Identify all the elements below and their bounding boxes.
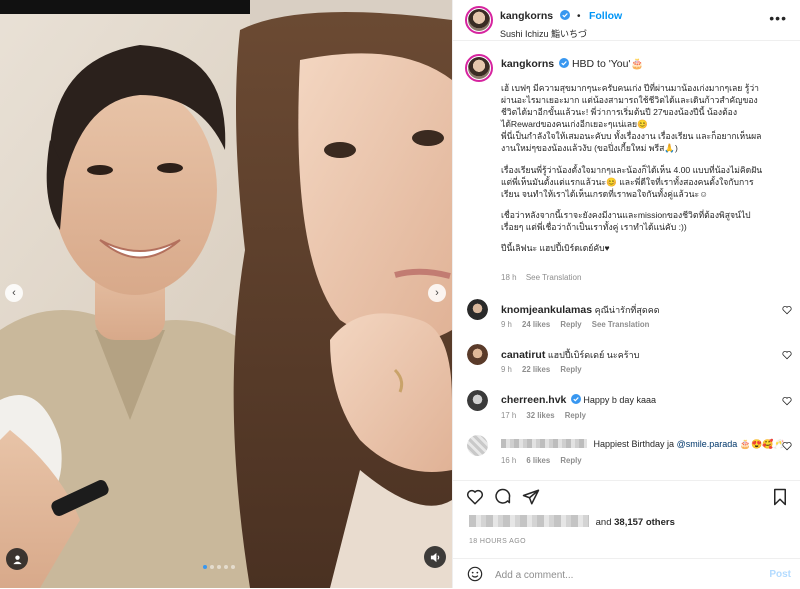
bookmark-icon[interactable] [771, 488, 789, 506]
blurred-username[interactable] [501, 439, 587, 448]
verified-badge-icon [570, 394, 581, 404]
see-translation-link[interactable]: See Translation [592, 320, 650, 329]
comment-likes[interactable]: 32 likes [526, 411, 554, 420]
comment-username[interactable]: canatirut [501, 349, 545, 361]
post-details-panel: kangkorns • Follow Sushi Ichizu 鮨いちづ •••… [452, 0, 800, 588]
caption-paragraph: เฮ้ เบฟๆ มีความสุขมากๆนะครับคนเก่ง ปีที่… [501, 83, 762, 154]
commenter-avatar[interactable] [467, 390, 488, 411]
comment-text: แฮปปี้เบิร์ดเดย์ นะคร้าบ [547, 350, 640, 360]
blurred-liker-names [469, 515, 589, 527]
caption-header: kangkorns HBD to 'You'🎂 [501, 57, 644, 70]
reply-button[interactable]: Reply [560, 365, 581, 374]
next-media-button[interactable]: › [428, 284, 446, 302]
carousel-indicator [203, 565, 235, 569]
comment-icon[interactable] [494, 488, 512, 506]
verified-badge-icon [559, 10, 570, 20]
caption-avatar[interactable] [465, 54, 493, 82]
separator-dot: • [577, 11, 581, 22]
comment-item: knomjeankulamas คุณีน่ารักที่สุดคด 9 h 2… [453, 299, 800, 339]
post-comment-button[interactable]: Post [769, 569, 791, 580]
comment-meta: 9 h 24 likes Reply See Translation [501, 320, 657, 329]
author-username[interactable]: kangkorns [500, 10, 553, 22]
likes-summary[interactable]: and 38,157 others [469, 515, 675, 528]
comment-username[interactable]: knomjeankulamas [501, 304, 592, 316]
heart-icon[interactable] [782, 441, 792, 451]
instagram-post-view: ‹ › kangkorns • Follow Sushi Ichizu 鮨いちづ… [0, 0, 800, 588]
reply-button[interactable]: Reply [560, 456, 581, 465]
verified-badge-icon [559, 58, 570, 68]
comment-username[interactable]: cherreen.hvk [501, 394, 566, 406]
reply-button[interactable]: Reply [565, 411, 586, 420]
see-translation-link[interactable]: See Translation [526, 273, 582, 282]
comment-time[interactable]: 16 h [501, 456, 516, 465]
heart-icon[interactable] [782, 305, 792, 315]
comment-meta: 9 h 22 likes Reply [501, 365, 590, 374]
comment-text-line: cherreen.hvk Happy b day kaaa [501, 394, 771, 406]
mute-icon [430, 552, 439, 562]
caption-paragraph: ปีนี้เลิฟนะ แฮปปี้เบิร์ดเดย์คับ♥ [501, 243, 610, 254]
comment-emojis: 🎂😍🥰🥂 [739, 439, 785, 449]
chevron-right-icon: › [435, 287, 439, 299]
comment-time[interactable]: 17 h [501, 411, 516, 420]
commenter-avatar[interactable] [467, 435, 488, 456]
caption-username[interactable]: kangkorns [501, 58, 554, 70]
mute-button[interactable] [424, 546, 446, 568]
likes-count[interactable]: 38,157 others [614, 517, 675, 528]
author-info: kangkorns • Follow Sushi Ichizu 鮨いちづ [500, 6, 622, 40]
comment-mention[interactable]: @smile.parada [677, 439, 738, 449]
post-header: kangkorns • Follow Sushi Ichizu 鮨いちづ ••• [453, 0, 800, 41]
heart-icon[interactable] [782, 396, 792, 406]
heart-icon[interactable] [782, 350, 792, 360]
add-comment-bar: Post [453, 558, 800, 589]
reply-button[interactable]: Reply [560, 320, 581, 329]
comment-text-line: canatirut แฮปปี้เบิร์ดเดย์ นะคร้าบ [501, 348, 771, 362]
chevron-left-icon: ‹ [12, 287, 16, 299]
likes-and-text: and [595, 517, 612, 528]
comment-likes[interactable]: 22 likes [522, 365, 550, 374]
like-heart-icon[interactable] [466, 488, 484, 506]
carousel-dot [231, 565, 235, 569]
comment-item: Happiest Birthday ja @smile.parada 🎂😍🥰🥂 … [453, 435, 800, 475]
commenter-avatar[interactable] [467, 344, 488, 365]
carousel-dot [217, 565, 221, 569]
post-time-ago[interactable]: 18 HOURS AGO [469, 538, 526, 545]
caption-time[interactable]: 18 h [501, 273, 517, 282]
caption-meta: 18 h See Translation [501, 273, 588, 282]
comment-time[interactable]: 9 h [501, 365, 512, 374]
caption-paragraph: เรื่องเรียนพี่รู้ว่าน้องตั้งใจมากๆและน้อ… [501, 164, 763, 199]
share-icon[interactable] [522, 488, 540, 506]
comment-likes[interactable]: 24 likes [522, 320, 550, 329]
more-options-button[interactable]: ••• [769, 11, 787, 25]
comment-item: cherreen.hvk Happy b day kaaa 17 h 32 li… [453, 390, 800, 430]
comment-item: canatirut แฮปปี้เบิร์ดเดย์ นะคร้าบ 9 h 2… [453, 344, 800, 384]
comment-text: คุณีน่ารักที่สุดคด [594, 305, 660, 315]
caption-body: เฮ้ เบฟๆ มีความสุขมากๆนะครับคนเก่ง ปีที่… [501, 82, 771, 263]
caption-paragraph: เชื่อว่าหลังจากนี้เราจะยังคงมีงานและmiss… [501, 209, 751, 232]
follow-button[interactable]: Follow [589, 10, 622, 22]
post-location[interactable]: Sushi Ichizu 鮨いちづ [500, 27, 622, 40]
add-comment-input[interactable] [493, 565, 747, 585]
post-photo [0, 0, 452, 588]
carousel-dot [203, 565, 207, 569]
comment-meta: 17 h 32 likes Reply [501, 411, 594, 420]
commenter-avatar[interactable] [467, 299, 488, 320]
post-media[interactable]: ‹ › [0, 0, 452, 588]
comment-time[interactable]: 9 h [501, 320, 512, 329]
emoji-icon[interactable] [467, 566, 483, 582]
comment-text: Happy b day kaaa [583, 395, 656, 405]
comment-text-line: knomjeankulamas คุณีน่ารักที่สุดคด [501, 303, 771, 317]
author-avatar[interactable] [465, 6, 493, 34]
comment-likes[interactable]: 6 likes [526, 456, 550, 465]
user-tag-icon [12, 554, 22, 564]
comment-meta: 16 h 6 likes Reply [501, 456, 590, 465]
caption-headline: HBD to 'You'🎂 [571, 58, 644, 70]
comment-text-line: Happiest Birthday ja @smile.parada 🎂😍🥰🥂 [501, 439, 785, 450]
comment-text: Happiest Birthday ja [593, 439, 675, 449]
post-action-bar [453, 480, 800, 511]
tagged-users-button[interactable] [6, 548, 28, 570]
carousel-dot [224, 565, 228, 569]
previous-media-button[interactable]: ‹ [5, 284, 23, 302]
carousel-dot [210, 565, 214, 569]
